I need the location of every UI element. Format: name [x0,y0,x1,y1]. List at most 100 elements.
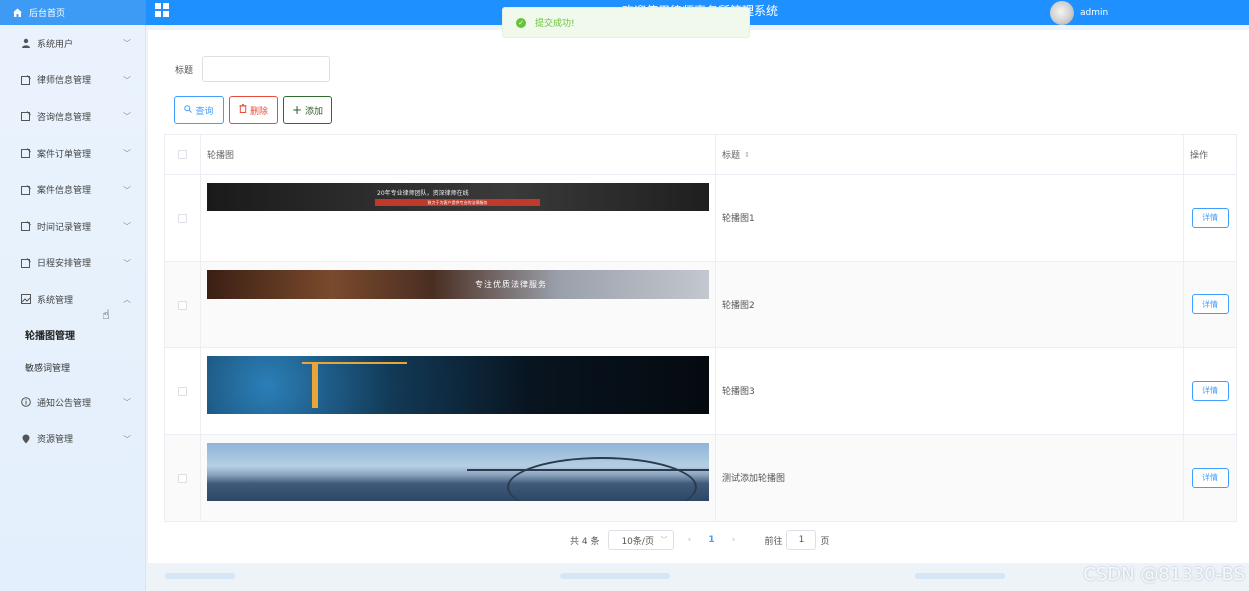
sidebar-item-resources[interactable]: 资源管理 ﹀ [0,420,145,457]
image-cell: 专注优质法律服务 [201,261,716,347]
main-panel: 标题 查询 删除 + 添加 轮播图 标题 ⇕ 操作 20年专业律师团队，资深律师… [148,30,1249,563]
select-all-checkbox[interactable] [178,150,187,159]
chevron-down-icon: ﹀ [123,434,131,444]
sidebar-item-label: 时间记录管理 [37,222,92,233]
scale-pole [312,362,318,408]
sidebar-item-announcements[interactable]: 通知公告管理 ﹀ [0,384,145,421]
chevron-up-icon: ︿ [123,295,131,305]
add-button-label: 添加 [305,106,324,117]
username: admin [1080,7,1109,18]
column-header-title-label: 标题 [722,151,741,161]
carousel-image [207,442,709,501]
sidebar-item-label: 系统管理 [37,295,74,306]
page-number[interactable]: 1 [704,535,718,545]
image-cell [201,348,716,434]
title-cell: 测试添加轮播图 [716,434,1184,521]
banner-text: 20年专业律师团队，资深律师在线 [377,190,469,197]
select-all-cell [165,135,201,174]
sidebar-item-case-info[interactable]: 案件信息管理 ﹀ [0,171,145,208]
sidebar-item-time-records[interactable]: 时间记录管理 ﹀ [0,208,145,245]
edit-icon [21,221,31,232]
row-checkbox[interactable] [178,300,187,310]
pagination: 共 4 条 10条/页 ﹀ ‹ 1 › 前往 1 页 [570,530,829,550]
sidebar-item-label: 通知公告管理 [37,398,92,409]
sidebar: 系统用户 ﹀ 律师信息管理 ﹀ 咨询信息管理 ﹀ 案件订单管理 ﹀ 案件信息管理… [0,25,146,591]
home-icon [12,7,23,18]
chevron-down-icon: ﹀ [123,75,131,85]
plus-icon: + [291,103,303,117]
sort-icon[interactable]: ⇕ [744,151,750,159]
query-button-label: 查询 [195,106,214,117]
edit-icon [21,184,31,195]
bridge-arc [507,456,697,501]
carousel-table: 轮播图 标题 ⇕ 操作 20年专业律师团队，资深律师在线 致力于为客户提供专业的… [164,134,1237,522]
sidebar-item-label: 日程安排管理 [37,259,92,270]
sidebar-item-system-management[interactable]: 系统管理 ︿ [0,281,145,318]
chevron-down-icon: ﹀ [123,398,131,408]
trash-icon [239,104,247,116]
image-cell: 20年专业律师团队，资深律师在线 致力于为客户提供专业的法律服务 [201,175,716,261]
image-cell [201,434,716,521]
bridge-deck [467,468,709,471]
sidebar-item-case-orders[interactable]: 案件订单管理 ﹀ [0,135,145,172]
goto-label: 前往 [764,536,783,547]
toast-message: 提交成功! [535,19,575,29]
info-icon [21,397,31,407]
search-icon [184,104,193,116]
menu-grid-icon[interactable] [155,3,169,17]
home-link[interactable]: 后台首页 [0,0,146,25]
avatar [1050,0,1074,25]
pagination-total: 共 4 条 [570,536,600,547]
picture-icon [21,294,31,305]
edit-icon [21,258,31,268]
chevron-down-icon: ﹀ [660,536,668,544]
prev-page-icon[interactable]: ‹ [680,535,698,545]
brand-label: 后台首页 [29,9,66,19]
page-size-value: 10条/页 [621,536,654,547]
hand-cursor-icon: ☝ [102,308,110,323]
detail-button[interactable]: 详情 [1191,380,1229,401]
chevron-down-icon: ﹀ [123,258,131,268]
row-checkbox[interactable] [178,214,187,223]
sidebar-item-consult-info[interactable]: 咨询信息管理 ﹀ [0,98,145,135]
column-header-title[interactable]: 标题 ⇕ [716,135,1184,174]
chevron-down-icon: ﹀ [123,149,131,159]
chevron-down-icon: ﹀ [123,39,131,49]
chevron-down-icon: ﹀ [123,112,131,122]
title-filter-input[interactable] [202,56,330,82]
table-row: 轮播图3 详情 [165,348,1236,435]
background-decoration [560,573,670,579]
detail-button[interactable]: 详情 [1191,294,1229,315]
table-row: 20年专业律师团队，资深律师在线 致力于为客户提供专业的法律服务 轮播图1 详情 [165,175,1236,262]
sidebar-item-label: 案件订单管理 [37,149,92,160]
delete-button-label: 删除 [249,106,268,117]
page-size-select[interactable]: 10条/页 ﹀ [608,530,675,550]
detail-button[interactable]: 详情 [1191,207,1229,228]
success-toast: ✓ 提交成功! [502,7,750,38]
carousel-image [207,356,709,414]
watermark: CSDN @81330-BS [1083,564,1245,585]
sidebar-item-lawyer-info[interactable]: 律师信息管理 ﹀ [0,62,145,99]
sidebar-item-label: 资源管理 [37,435,74,446]
check-circle-icon: ✓ [516,17,526,28]
title-cell: 轮播图3 [716,348,1184,434]
sidebar-subitem-carousel[interactable]: 轮播图管理 [0,318,145,351]
table-header-row: 轮播图 标题 ⇕ 操作 [165,135,1236,175]
sidebar-item-system-users[interactable]: 系统用户 ﹀ [0,25,145,62]
column-header-image: 轮播图 [201,135,716,174]
table-row: 专注优质法律服务 轮播图2 详情 [165,261,1236,348]
title-cell: 轮播图1 [716,175,1184,261]
location-icon [21,434,31,444]
sidebar-item-label: 律师信息管理 [37,76,92,87]
sidebar-item-schedule[interactable]: 日程安排管理 ﹀ [0,245,145,282]
user-menu[interactable]: admin [1050,0,1108,25]
query-button[interactable]: 查询 [174,96,224,124]
goto-page-input[interactable]: 1 [786,530,817,550]
detail-button[interactable]: 详情 [1191,467,1229,488]
add-button[interactable]: + 添加 [283,96,332,124]
next-page-icon[interactable]: › [724,535,742,545]
row-checkbox[interactable] [178,387,187,396]
sidebar-subitem-sensitive-words[interactable]: 敏感词管理 [0,351,145,384]
delete-button[interactable]: 删除 [229,96,278,124]
row-checkbox[interactable] [178,473,187,483]
